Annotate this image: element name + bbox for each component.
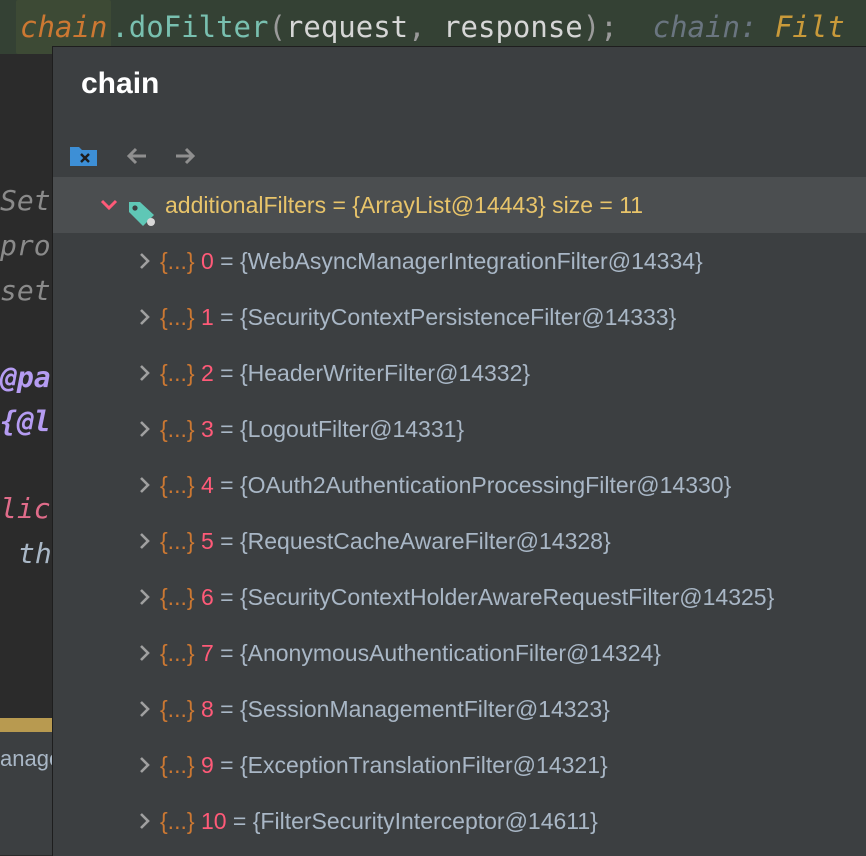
item-index: 5 xyxy=(200,528,214,554)
code-arg-response: response xyxy=(443,10,583,44)
object-brace-icon: {...} xyxy=(160,360,195,386)
item-equals: = xyxy=(220,640,234,666)
item-equals: = xyxy=(220,528,234,554)
item-value: {WebAsyncManagerIntegrationFilter@14334} xyxy=(239,248,703,274)
item-index: 3 xyxy=(200,416,214,442)
chevron-right-icon[interactable] xyxy=(135,625,155,681)
tree-row[interactable]: {...} 7 = {AnonymousAuthenticationFilter… xyxy=(53,625,866,681)
object-brace-icon: {...} xyxy=(160,640,195,666)
tree-row[interactable]: {...} 10 = {FilterSecurityInterceptor@14… xyxy=(53,793,866,849)
code-paren-open: ( xyxy=(268,10,286,44)
code-fragment: Set xyxy=(0,184,51,217)
item-equals: = xyxy=(220,584,234,610)
chevron-down-icon[interactable] xyxy=(99,177,119,233)
tree-row-root[interactable]: additionalFilters = {ArrayList@14443} si… xyxy=(53,177,866,233)
tree-row[interactable]: {...} 0 = {WebAsyncManagerIntegrationFil… xyxy=(53,233,866,289)
tree-row[interactable]: {...} 5 = {RequestCacheAwareFilter@14328… xyxy=(53,513,866,569)
item-equals: = xyxy=(220,752,234,778)
item-equals: = xyxy=(220,248,234,274)
code-fragment-annotation: @pa xyxy=(0,361,51,394)
object-brace-icon: {...} xyxy=(160,808,195,834)
chevron-right-icon[interactable] xyxy=(135,233,155,289)
item-value: {SessionManagementFilter@14323} xyxy=(239,696,610,722)
item-value: {RequestCacheAwareFilter@14328} xyxy=(239,528,611,554)
object-brace-icon: {...} xyxy=(160,304,195,330)
item-index: 10 xyxy=(200,808,227,834)
chevron-right-icon[interactable] xyxy=(135,681,155,737)
item-value: {HeaderWriterFilter@14332} xyxy=(239,360,531,386)
tree-row[interactable]: {...} 9 = {ExceptionTranslationFilter@14… xyxy=(53,737,866,793)
item-value: {ExceptionTranslationFilter@14321} xyxy=(239,752,608,778)
item-index: 6 xyxy=(200,584,214,610)
item-index: 8 xyxy=(200,696,214,722)
item-index: 1 xyxy=(200,304,214,330)
code-fragment: pro xyxy=(0,229,51,262)
object-brace-icon: {...} xyxy=(160,248,195,274)
object-brace-icon: {...} xyxy=(160,472,195,498)
code-fragment: set xyxy=(0,274,51,307)
tree-row[interactable]: {...} 4 = {OAuth2AuthenticationProcessin… xyxy=(53,457,866,513)
item-equals: = xyxy=(220,416,234,442)
variable-inspect-popup: chain additionalFilters = {ArrayList@144… xyxy=(52,46,866,856)
popup-title: chain xyxy=(81,67,160,100)
tree-root-label: additionalFilters = {ArrayList@14443} si… xyxy=(165,192,644,218)
object-brace-icon: {...} xyxy=(160,696,195,722)
item-equals: = xyxy=(232,808,247,834)
inline-hint-type: Filt xyxy=(774,10,845,44)
item-equals: = xyxy=(220,304,234,330)
code-arg-request: request xyxy=(285,10,409,44)
chevron-right-icon[interactable] xyxy=(135,793,155,849)
forward-arrow-icon[interactable] xyxy=(170,141,202,171)
item-equals: = xyxy=(220,472,234,498)
item-index: 0 xyxy=(200,248,214,274)
chevron-right-icon[interactable] xyxy=(135,513,155,569)
object-brace-icon: {...} xyxy=(160,528,195,554)
chevron-right-icon[interactable] xyxy=(135,289,155,345)
chevron-right-icon[interactable] xyxy=(135,401,155,457)
item-value: {AnonymousAuthenticationFilter@14324} xyxy=(239,640,661,666)
chevron-right-icon[interactable] xyxy=(135,569,155,625)
item-value: {FilterSecurityInterceptor@14611} xyxy=(252,808,598,834)
folder-close-icon[interactable] xyxy=(68,141,100,171)
item-index: 9 xyxy=(200,752,214,778)
item-equals: = xyxy=(220,696,234,722)
object-brace-icon: {...} xyxy=(160,752,195,778)
code-fragment-keyword: lic xyxy=(0,492,51,525)
item-equals: = xyxy=(220,360,234,386)
item-value: {SecurityContextPersistenceFilter@14333} xyxy=(239,304,677,330)
item-value: {LogoutFilter@14331} xyxy=(239,416,465,442)
tree-row[interactable]: {...} 1 = {SecurityContextPersistenceFil… xyxy=(53,289,866,345)
code-fragment-annotation: {@l xyxy=(0,405,51,438)
chevron-right-icon[interactable] xyxy=(135,457,155,513)
editor-divider xyxy=(0,718,52,732)
item-index: 4 xyxy=(200,472,214,498)
item-value: {SecurityContextHolderAwareRequestFilter… xyxy=(239,584,775,610)
code-paren-close: ); xyxy=(582,10,618,44)
back-arrow-icon[interactable] xyxy=(120,141,152,171)
item-value: {OAuth2AuthenticationProcessingFilter@14… xyxy=(239,472,732,498)
code-method: .doFilter xyxy=(111,10,269,44)
tree-row[interactable]: {...} 8 = {SessionManagementFilter@14323… xyxy=(53,681,866,737)
code-comma: , xyxy=(408,10,426,44)
inline-hint-label: chain: xyxy=(652,10,758,44)
chevron-right-icon[interactable] xyxy=(135,345,155,401)
code-fragment: th xyxy=(18,537,52,570)
tree-row[interactable]: {...} 2 = {HeaderWriterFilter@14332} xyxy=(53,345,866,401)
tree-row[interactable]: {...} 3 = {LogoutFilter@14331} xyxy=(53,401,866,457)
object-brace-icon: {...} xyxy=(160,584,195,610)
tree-row[interactable]: {...} 6 = {SecurityContextHolderAwareReq… xyxy=(53,569,866,625)
chevron-right-icon[interactable] xyxy=(135,737,155,793)
item-index: 2 xyxy=(200,360,214,386)
bottom-tool-panel-label: anage xyxy=(0,746,52,771)
object-brace-icon: {...} xyxy=(160,416,195,442)
item-index: 7 xyxy=(200,640,214,666)
